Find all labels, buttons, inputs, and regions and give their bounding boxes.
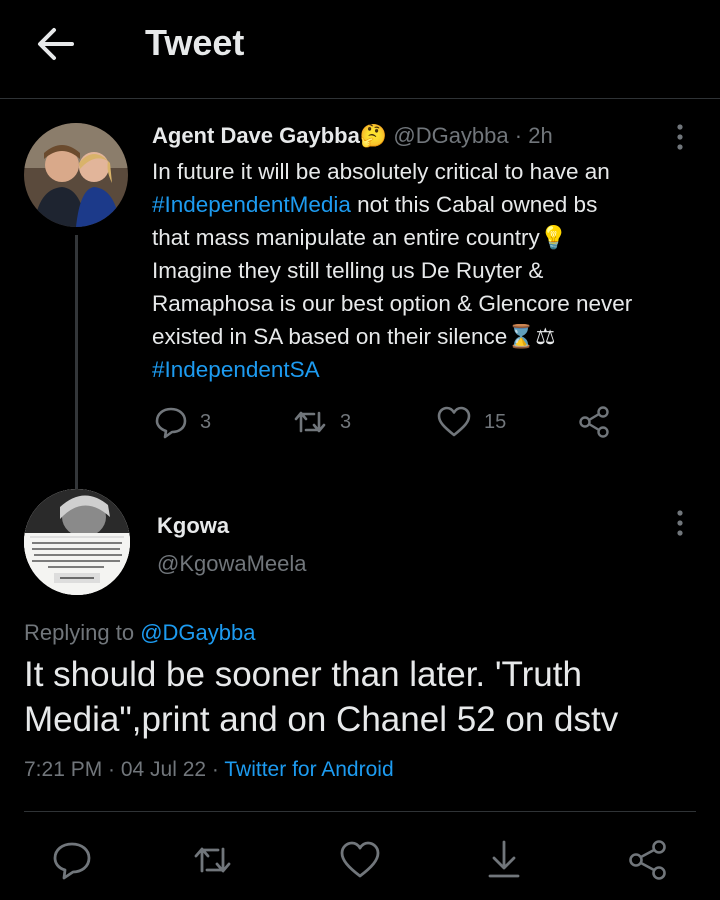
reply-text: It should be sooner than later. 'Truth M… <box>24 652 704 742</box>
reply-icon[interactable] <box>50 838 94 882</box>
separator: · <box>514 123 523 148</box>
share-action[interactable] <box>577 405 611 439</box>
reply-line: Media",print and on Chanel 52 on dstv <box>24 700 619 739</box>
share-icon[interactable] <box>626 838 670 882</box>
back-arrow-icon[interactable] <box>36 24 76 64</box>
tweet-line: existed in SA based on their silence⌛⚖ <box>152 324 556 349</box>
tweet-time[interactable]: 2h <box>528 123 552 148</box>
like-count: 15 <box>484 410 507 433</box>
hashtag-link[interactable]: #IndependentSA <box>152 357 320 382</box>
tweet-line: #IndependentMedia not this Cabal owned b… <box>152 188 692 221</box>
heart-icon <box>436 405 472 439</box>
reply-icon <box>154 405 188 439</box>
tweet-text: In future it will be absolutely critical… <box>152 155 692 386</box>
author-handle[interactable]: @KgowaMeela <box>157 551 307 577</box>
replying-to-handle[interactable]: @DGaybba <box>140 620 255 645</box>
tweet-line: Imagine they still telling us De Ruyter … <box>152 258 544 283</box>
author-name[interactable]: Kgowa <box>157 513 229 539</box>
heart-icon[interactable] <box>338 838 382 882</box>
tweet-line: #IndependentSA <box>152 353 692 386</box>
parent-tweet[interactable]: Agent Dave Gaybba🤔 @DGaybba · 2h In futu… <box>0 99 720 575</box>
divider <box>24 811 696 812</box>
tweet-line: Ramaphosa is our best option & Glencore … <box>152 291 633 316</box>
replying-label: Replying to <box>24 620 141 645</box>
top-bar: Tweet <box>0 0 720 99</box>
source-link[interactable]: Twitter for Android <box>224 758 393 781</box>
tweet-line-rest: not this Cabal owned bs <box>350 192 598 217</box>
replying-to: Replying to @DGaybba <box>24 620 255 646</box>
page-title: Tweet <box>145 22 245 63</box>
tweet-actions: 3 3 15 <box>152 405 622 445</box>
reply-tweet-header: Kgowa @KgowaMeela <box>0 479 720 599</box>
retweet-icon[interactable] <box>190 838 234 882</box>
retweet-icon <box>292 405 328 439</box>
more-options-icon[interactable] <box>670 123 690 151</box>
timestamp: 7:21 PM · 04 Jul 22 · <box>24 758 225 781</box>
tweet-line: In future it will be absolutely critical… <box>152 159 610 184</box>
tweet-meta: 7:21 PM · 04 Jul 22 · Twitter for Androi… <box>24 758 394 782</box>
share-icon <box>577 405 611 439</box>
avatar[interactable] <box>24 489 130 595</box>
download-icon[interactable] <box>482 838 526 882</box>
author-handle[interactable]: @DGaybba <box>393 123 508 148</box>
reply-action[interactable]: 3 <box>154 405 211 439</box>
author-name[interactable]: Agent Dave Gaybba🤔 <box>152 123 387 148</box>
reply-line: It should be sooner than later. 'Truth <box>24 655 582 694</box>
avatar[interactable] <box>24 123 128 227</box>
reply-count: 3 <box>200 410 212 433</box>
more-options-icon[interactable] <box>670 509 690 537</box>
tweet-header: Agent Dave Gaybba🤔 @DGaybba · 2h <box>152 123 553 149</box>
tweet-line: that mass manipulate an entire country💡 <box>152 225 568 250</box>
like-action[interactable]: 15 <box>436 405 506 439</box>
hashtag-link[interactable]: #IndependentMedia <box>152 192 351 217</box>
retweet-count: 3 <box>340 410 352 433</box>
bottom-action-bar <box>0 836 720 884</box>
retweet-action[interactable]: 3 <box>292 405 351 439</box>
